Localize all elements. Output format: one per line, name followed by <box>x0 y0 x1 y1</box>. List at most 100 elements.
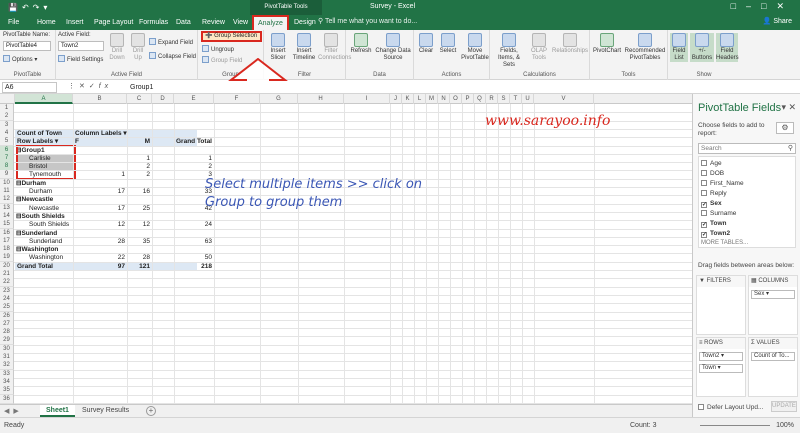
field-list-button[interactable]: Field List <box>670 33 688 62</box>
values-chip-count[interactable]: Count of To... <box>751 352 795 361</box>
checkbox-icon[interactable] <box>701 190 707 196</box>
column-header[interactable]: B <box>73 94 127 104</box>
tab-view[interactable]: View <box>229 17 252 30</box>
window-controls[interactable]: □–□✕ <box>731 1 794 12</box>
columns-area[interactable]: ▦ COLUMNS Sex ▾ <box>748 275 798 335</box>
column-header[interactable]: L <box>414 94 426 104</box>
field-item[interactable]: DOB <box>701 169 724 178</box>
column-header[interactable]: T <box>510 94 522 104</box>
pivotchart-button[interactable]: PivotChart <box>592 33 622 55</box>
pivottable-name-input[interactable]: PivotTable4 <box>3 41 51 51</box>
checkbox-icon[interactable] <box>701 210 707 216</box>
checkbox-icon[interactable]: ✓ <box>701 222 707 228</box>
field-headers-toggle[interactable]: Field Headers <box>716 33 739 62</box>
tell-me-box[interactable]: ⚲ Tell me what you want to do... <box>318 17 417 25</box>
column-header[interactable]: P <box>462 94 474 104</box>
tab-page-layout[interactable]: Page Layout <box>90 17 137 30</box>
column-header[interactable]: E <box>174 94 214 104</box>
sheet-tab-sheet1[interactable]: Sheet1 <box>40 405 75 417</box>
formula-bar-icons[interactable]: ⋮✕✓fx <box>68 82 112 90</box>
field-item[interactable]: First_Name <box>701 179 744 188</box>
close-icon[interactable]: ▾ ✕ <box>781 102 796 113</box>
column-header[interactable]: J <box>390 94 402 104</box>
field-search-input[interactable]: Search ⚲ <box>698 143 796 154</box>
tab-analyze[interactable]: Analyze <box>252 15 289 30</box>
zoom-slider[interactable] <box>700 425 770 426</box>
field-item[interactable]: Age <box>701 159 722 168</box>
column-header[interactable]: N <box>438 94 450 104</box>
recommended-pivottables-button[interactable]: Recommended PivotTables <box>623 33 667 62</box>
name-box[interactable]: A6 <box>2 82 57 93</box>
columns-chip-sex[interactable]: Sex ▾ <box>751 290 795 299</box>
insert-timeline-button[interactable]: Insert Timeline <box>292 33 316 62</box>
column-header[interactable]: F <box>214 94 260 104</box>
field-item[interactable]: Surname <box>701 209 736 218</box>
defer-layout-checkbox[interactable]: Defer Layout Upd... <box>698 404 763 411</box>
tab-formulas[interactable]: Formulas <box>135 17 172 30</box>
column-header[interactable]: U <box>522 94 534 104</box>
worksheet-grid[interactable]: ABCDEFGHIJKLMNOPQRSTUV 1 2 3 4 5 6 7 8 9 10 11 12 13… <box>0 94 692 404</box>
column-header[interactable]: D <box>152 94 174 104</box>
field-item[interactable]: ✓ Town <box>701 219 727 228</box>
column-header[interactable]: M <box>426 94 438 104</box>
field-item[interactable]: ✓ Sex <box>701 199 722 208</box>
sheet-tab-survey-results[interactable]: Survey Results <box>76 405 135 417</box>
tab-data[interactable]: Data <box>172 17 195 30</box>
ungroup-button[interactable]: Ungroup <box>202 45 234 53</box>
formula-content[interactable]: Group1 <box>130 82 153 93</box>
tab-file[interactable]: File <box>4 17 23 30</box>
group-selection-button[interactable]: ➕ Group Selection <box>201 31 262 42</box>
clear-button[interactable]: Clear <box>416 33 436 55</box>
checkbox-icon[interactable]: ✓ <box>701 232 707 238</box>
tab-home[interactable]: Home <box>33 17 60 30</box>
field-settings-button[interactable]: Field Settings <box>58 55 103 63</box>
active-field-input[interactable]: Town2 <box>58 41 104 51</box>
collapse-field-button[interactable]: Collapse Field <box>149 52 196 60</box>
checkbox-icon[interactable] <box>701 180 707 186</box>
column-header[interactable]: G <box>260 94 298 104</box>
expand-field-button[interactable]: Expand Field <box>149 38 193 46</box>
column-header[interactable]: C <box>127 94 152 104</box>
share-button[interactable]: 👤 Share <box>763 17 792 25</box>
fields-items-sets-button[interactable]: Fields, Items, & Sets <box>492 33 526 69</box>
tab-insert[interactable]: Insert <box>62 17 88 30</box>
values-area[interactable]: Σ VALUES Count of To... <box>748 337 798 397</box>
field-item[interactable]: ✓ Town2 <box>701 229 730 238</box>
refresh-button[interactable]: Refresh <box>349 33 373 55</box>
checkbox-icon[interactable] <box>701 170 707 176</box>
add-sheet-button[interactable]: + <box>146 406 156 416</box>
sheet-nav-arrows[interactable]: ◀▶ <box>4 407 23 415</box>
drill-up-button[interactable]: Drill Up <box>129 33 147 62</box>
select-button[interactable]: Select <box>437 33 459 55</box>
rows-chip-town2[interactable]: Town2 ▾ <box>699 352 743 361</box>
drill-down-button[interactable]: Drill Down <box>108 33 126 62</box>
column-header[interactable]: S <box>498 94 510 104</box>
field-list[interactable]: Age DOB First_Name Reply ✓ Sex Surname ✓ Town ✓ To… <box>698 156 796 248</box>
zoom-level[interactable]: 100% <box>776 422 794 429</box>
rows-area[interactable]: ≡ ROWS Town2 ▾ Town ▾ <box>696 337 746 397</box>
gear-icon[interactable]: ⚙ <box>776 122 794 134</box>
checkbox-icon[interactable] <box>701 160 707 166</box>
column-header[interactable]: K <box>402 94 414 104</box>
buttons-toggle[interactable]: +/- Buttons <box>690 33 714 62</box>
field-item[interactable]: Reply <box>701 189 727 198</box>
column-header[interactable]: Q <box>474 94 486 104</box>
column-header[interactable]: H <box>298 94 344 104</box>
select-all-corner[interactable] <box>0 94 15 104</box>
column-header[interactable]: R <box>486 94 498 104</box>
move-pivottable-button[interactable]: Move PivotTable <box>461 33 489 62</box>
checkbox-icon[interactable]: ✓ <box>701 202 707 208</box>
filter-connections-button[interactable]: Filter Connections <box>318 33 351 62</box>
tab-review[interactable]: Review <box>198 17 229 30</box>
olap-tools-button[interactable]: OLAP Tools <box>528 33 550 62</box>
update-button[interactable]: UPDATE <box>771 401 797 412</box>
row-header[interactable]: 36 <box>0 394 14 404</box>
quick-access-toolbar[interactable]: 💾↶↷▾ <box>8 3 51 12</box>
filters-area[interactable]: ▼ FILTERS <box>696 275 746 335</box>
change-data-source-button[interactable]: Change Data Source <box>375 33 411 62</box>
column-header[interactable]: V <box>534 94 594 104</box>
column-header[interactable]: O <box>450 94 462 104</box>
field-item[interactable]: MORE TABLES... <box>701 239 748 247</box>
rows-chip-town[interactable]: Town ▾ <box>699 364 743 373</box>
options-button[interactable]: Options ▾ <box>3 55 37 63</box>
